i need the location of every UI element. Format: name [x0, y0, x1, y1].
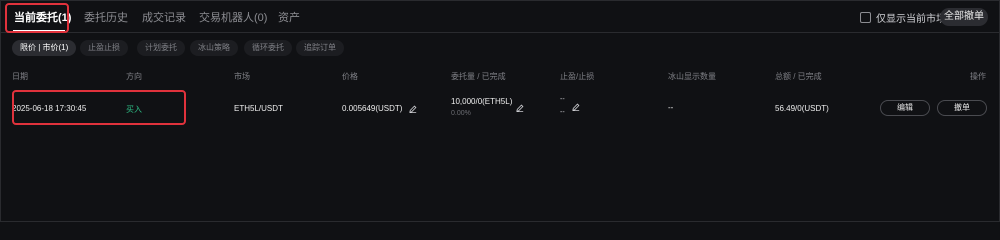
col-total-filled: 总额 / 已完成 — [775, 72, 822, 81]
table-header: 日期 方向 市场 价格 委托量 / 已完成 止盈/止损 冰山显示数量 总额 / … — [0, 71, 1000, 85]
filter-limit-market[interactable]: 限价 | 市价(1) — [12, 40, 77, 56]
highlight-box-row — [12, 90, 186, 125]
highlight-box-tab — [5, 3, 69, 33]
filter-loop-order[interactable]: 循环委托 — [244, 40, 292, 56]
only-current-market-toggle[interactable]: 仅显示当前市场 — [860, 10, 946, 25]
edit-order-button[interactable]: 编辑 — [880, 100, 930, 116]
order-take-profit: -- — [560, 96, 565, 103]
col-side: 方向 — [126, 72, 142, 81]
order-market[interactable]: ETH5L/USDT — [234, 104, 283, 113]
col-amount-filled: 委托量 / 已完成 — [451, 72, 506, 81]
order-total-filled: 56.49/0(USDT) — [775, 104, 829, 113]
filter-trailing-order[interactable]: 追踪订单 — [296, 40, 344, 56]
col-price: 价格 — [342, 72, 358, 81]
cancel-order-button[interactable]: 撤单 — [937, 100, 987, 116]
order-stop-loss: -- — [560, 109, 565, 116]
filter-iceberg[interactable]: 冰山策略 — [190, 40, 238, 56]
tab-assets[interactable]: 资产 — [278, 9, 300, 25]
only-current-market-label: 仅显示当前市场 — [876, 14, 946, 25]
edit-amount-pencil-icon[interactable] — [516, 104, 524, 112]
col-market: 市场 — [234, 72, 250, 81]
col-iceberg-qty: 冰山显示数量 — [668, 72, 716, 81]
edit-price-pencil-icon[interactable] — [409, 105, 417, 113]
col-tp-sl: 止盈/止损 — [560, 72, 595, 81]
col-action: 操作 — [970, 72, 986, 81]
col-date: 日期 — [12, 72, 28, 81]
cancel-all-button[interactable]: 全部撤单 — [940, 8, 988, 26]
order-iceberg-qty: -- — [668, 103, 674, 112]
order-price: 0.005649(USDT) — [342, 104, 403, 113]
edit-tpsl-pencil-icon[interactable] — [572, 103, 580, 111]
filter-tp-sl[interactable]: 止盈止损 — [80, 40, 128, 56]
order-filled-percent: 0.00% — [451, 110, 471, 117]
filter-plan-order[interactable]: 计划委托 — [137, 40, 185, 56]
order-amount-filled: 10,000/0(ETH5L) — [451, 97, 513, 106]
tab-order-history[interactable]: 委托历史 — [84, 9, 128, 25]
order-tabs: 当前委托(1) 委托历史 成交记录 交易机器人(0) 资产 — [0, 0, 1000, 33]
only-current-market-checkbox[interactable] — [860, 12, 871, 23]
tab-trade-history[interactable]: 成交记录 — [142, 9, 186, 25]
tab-trading-bots[interactable]: 交易机器人(0) — [199, 9, 267, 25]
